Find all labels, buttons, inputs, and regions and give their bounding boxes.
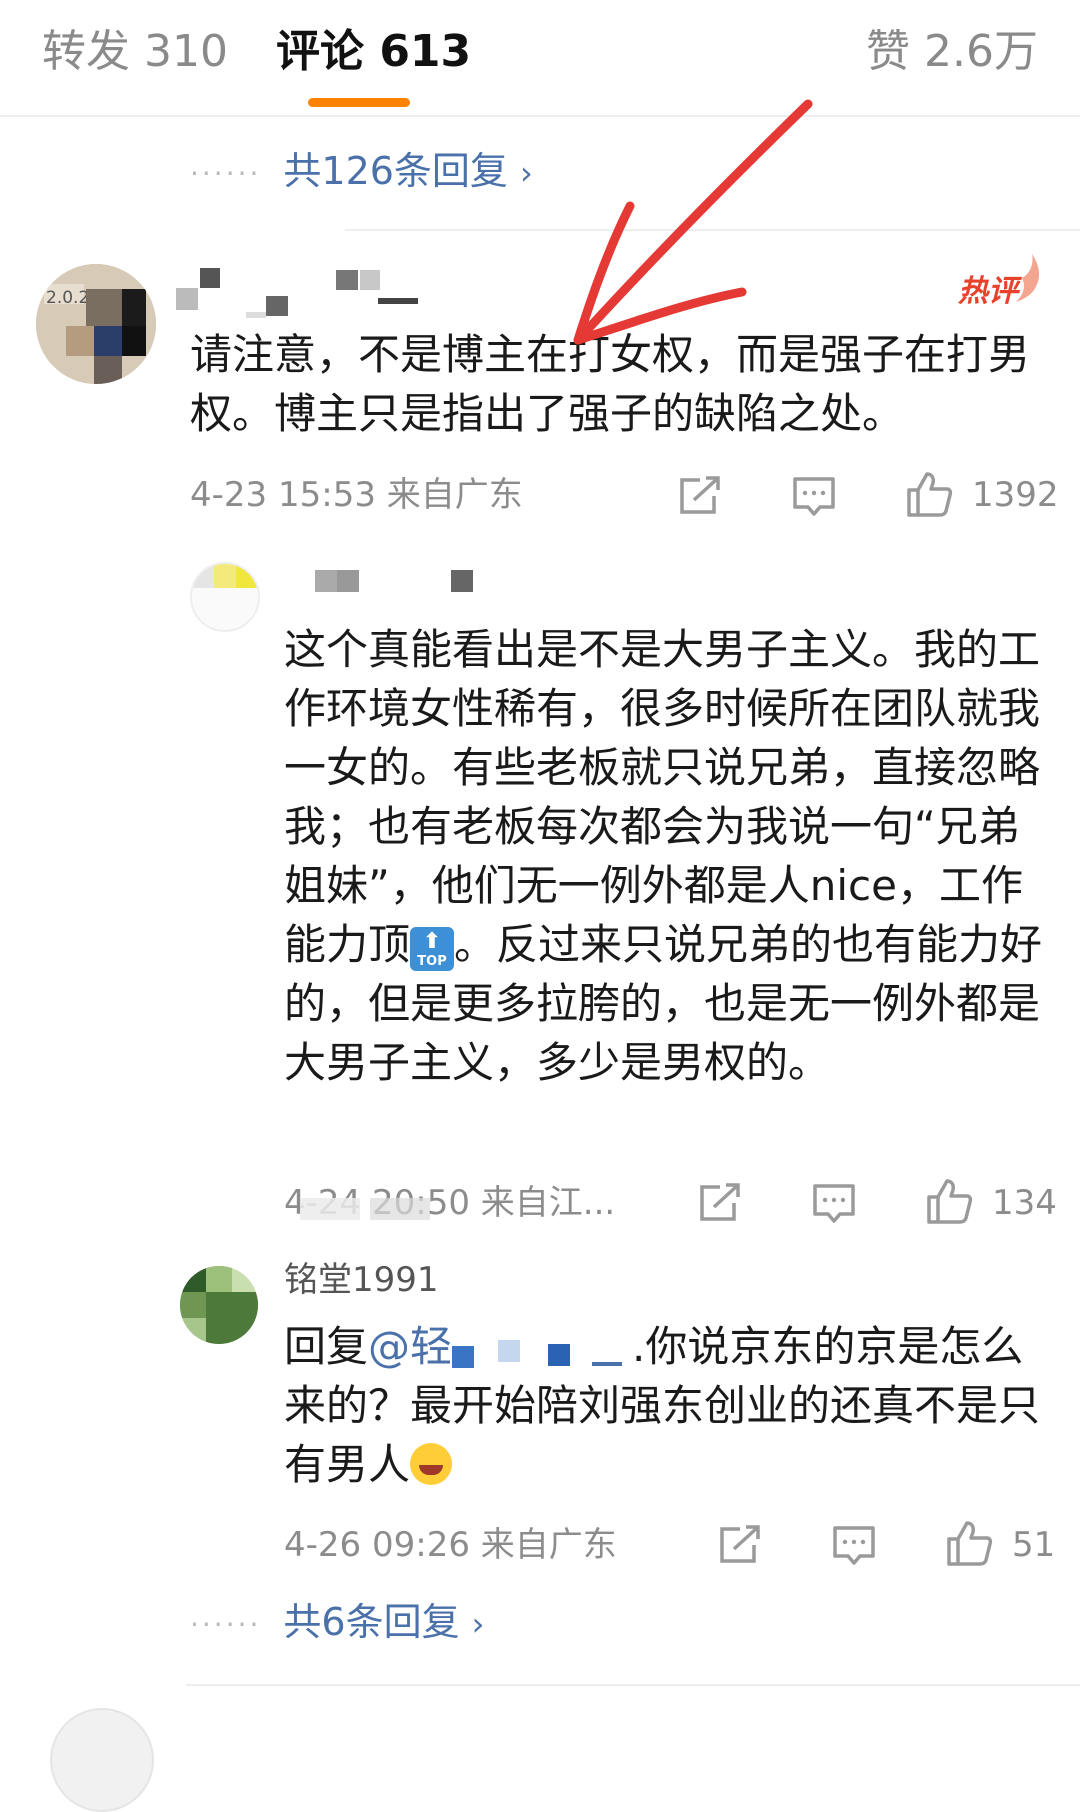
comment-button[interactable] [812,1183,856,1225]
dots-icon: ······ [190,1607,262,1641]
like-button[interactable] [945,1519,993,1567]
tab-comments[interactable]: 评论 613 [276,22,471,82]
comment-icon [793,477,835,516]
username[interactable]: 铭堂1991 [284,1257,439,1303]
like-count: 1392 [972,475,1059,515]
view-replies-link[interactable]: ······ 共6条回复 › [190,1597,484,1650]
reply-text: 这个真能看出是不是大男子主义。我的工作环境女性稀有，很多时候所在团队就我一女的。… [284,625,1043,1087]
top-emoji-icon: ⬆ TOP [410,927,455,971]
redaction-overlay [300,1198,500,1222]
username-redacted[interactable] [315,570,485,594]
avatar[interactable] [50,1708,154,1812]
like-count: 51 [1012,1525,1056,1565]
username-redacted[interactable] [176,268,426,318]
dots-icon: ······ [190,156,262,190]
avatar[interactable] [180,1266,258,1344]
active-tab-indicator [308,98,410,107]
redaction-overlay [452,1330,632,1370]
tab-likes[interactable]: 赞 2.6万 [866,22,1038,82]
thumbs-up-icon [907,472,953,517]
share-button[interactable] [718,1525,762,1565]
comment-icon [833,1526,875,1565]
comment-text: 请注意，不是博主在打女权，而是强子在打男权。博主只是指出了强子的缺陷之处。 [190,330,1031,438]
tab-forward[interactable]: 转发 310 [42,22,228,82]
share-icon [720,1525,760,1563]
comment-button[interactable] [832,1525,876,1567]
share-icon [700,1183,740,1221]
comment-icon [813,1184,855,1223]
thumbs-up-icon [927,1179,973,1224]
chevron-right-icon: › [519,154,533,192]
avatar[interactable]: 2.0.2 [36,264,156,384]
like-button[interactable] [905,470,953,518]
laughing-emoji-icon [410,1443,453,1485]
comment-button[interactable] [792,476,836,518]
share-button[interactable] [698,1183,742,1223]
thumbs-up-icon [947,1521,993,1566]
divider [345,229,1080,231]
like-button[interactable] [925,1177,973,1225]
like-count: 134 [992,1183,1057,1223]
share-button[interactable] [678,476,722,516]
mention-link[interactable]: @轻 [368,1322,452,1371]
share-icon [680,476,720,514]
comment-meta: 4-23 15:53 来自广东 [190,475,523,515]
tab-bar: 转发 310 评论 613 赞 2.6万 [0,0,1080,117]
hot-comment-badge: 热评 [958,274,1018,309]
view-replies-link[interactable]: ······ 共126条回复 › [190,146,533,199]
chevron-right-icon: › [471,1605,485,1643]
divider [186,1684,1080,1686]
avatar[interactable] [190,562,260,632]
reply-meta: 4-26 09:26 来自广东 [284,1525,617,1565]
flame-icon [1016,254,1040,302]
reply-text: 回复@轻 .你说京东的京是怎么来的？最开始陪刘强东创业的还真不是只有男人 [284,1322,1041,1489]
